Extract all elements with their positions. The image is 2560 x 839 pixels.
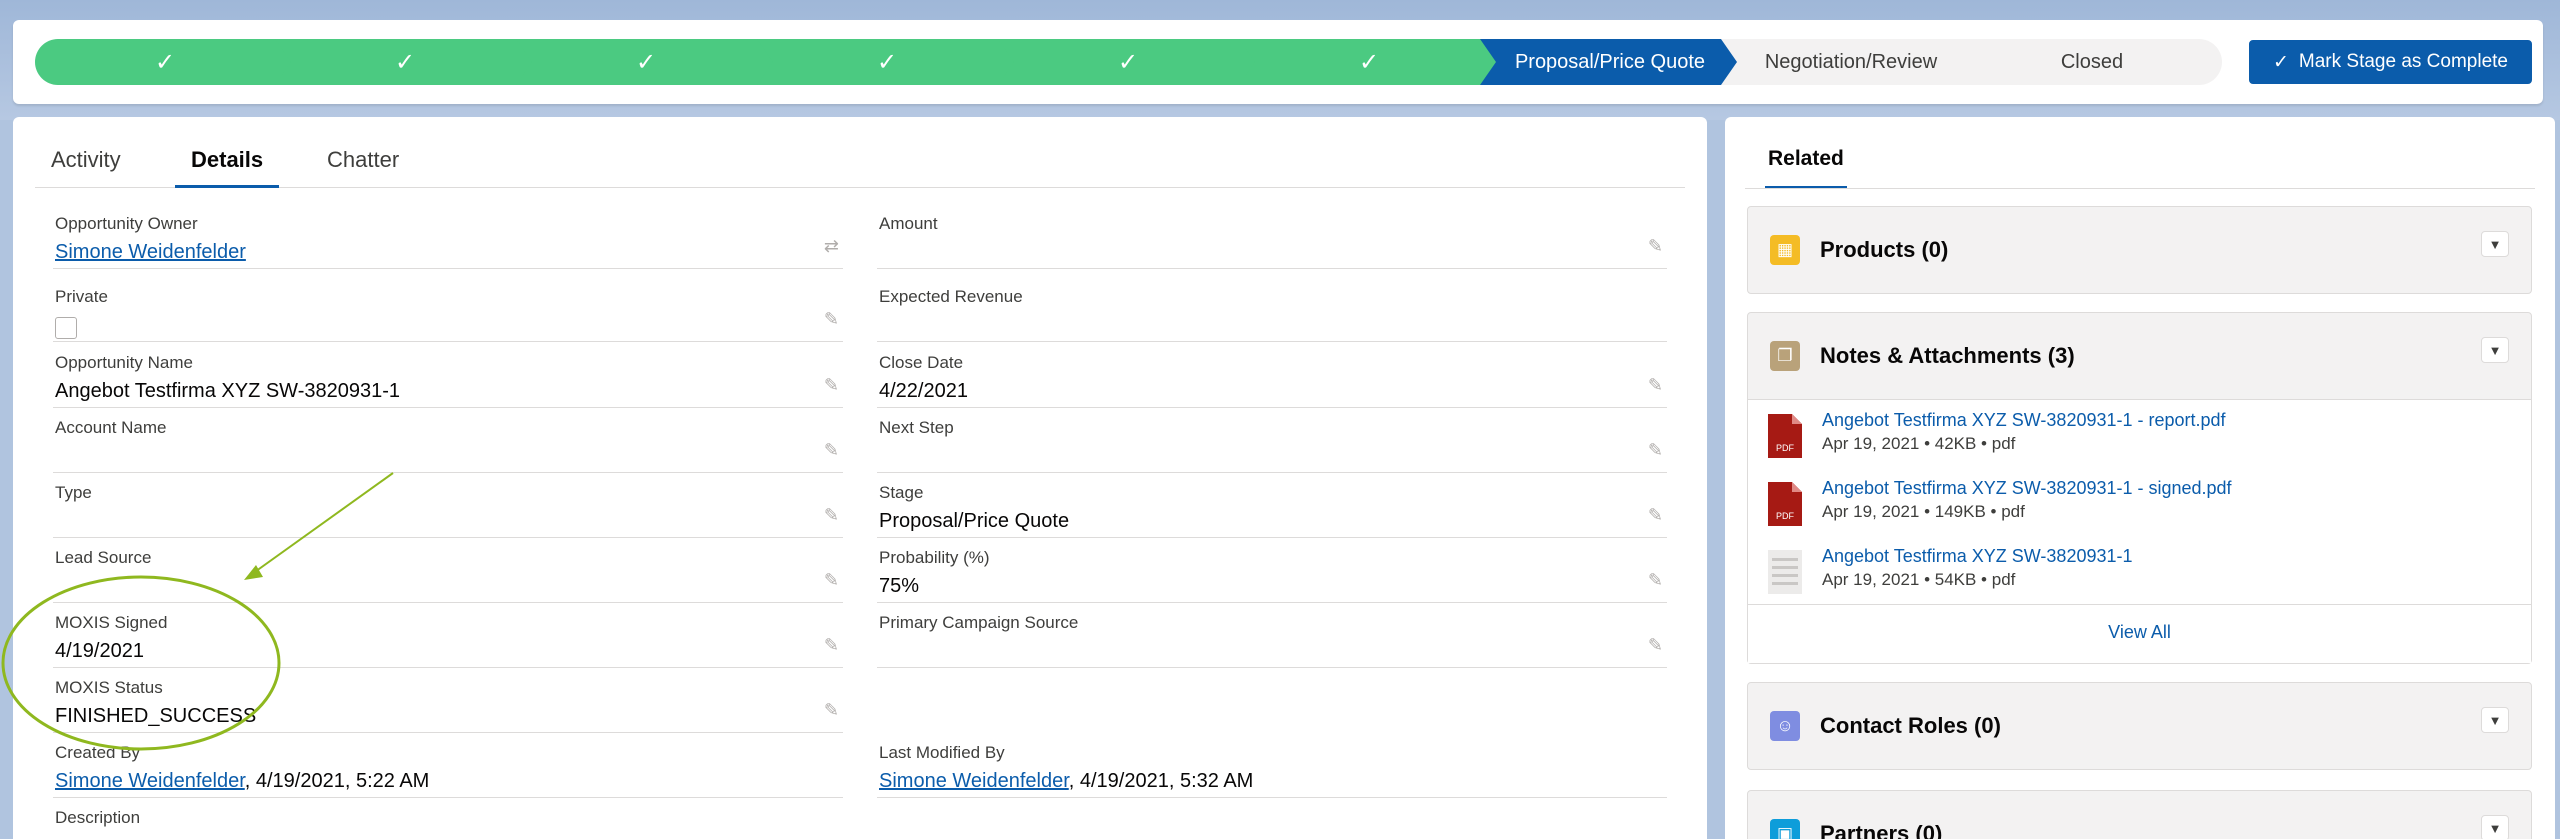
related-list-contact-roles: ☺ Contact Roles (0) ▼ (1747, 682, 2532, 770)
products-icon: ▦ (1770, 235, 1800, 265)
partner-icon: ▣ (1770, 819, 1800, 839)
list-item: Angebot Testfirma XYZ SW-3820931-1 Apr 1… (1768, 546, 2508, 602)
chevron-down-icon[interactable]: ▼ (2481, 815, 2509, 839)
path-steps: ✓ ✓ ✓ ✓ ✓ ✓ Proposal/Price Quote Negotia… (35, 39, 2222, 85)
path-step-4[interactable]: ✓ (757, 39, 1017, 85)
edit-pencil-icon[interactable]: ✎ (1648, 505, 1663, 526)
check-icon: ✓ (2272, 51, 2289, 73)
tab-details[interactable]: Details (175, 147, 280, 188)
path-step-3[interactable]: ✓ (516, 39, 776, 85)
edit-pencil-icon[interactable]: ✎ (824, 570, 839, 591)
related-list-partners: ▣ Partners (0) ▼ (1747, 790, 2532, 839)
related-list-title[interactable]: Notes & Attachments (3) (1820, 343, 2075, 369)
field-account-name: Account Name ✎ (53, 408, 843, 473)
check-icon: ✓ (394, 48, 416, 76)
private-checkbox[interactable] (55, 317, 77, 339)
attachment-link[interactable]: Angebot Testfirma XYZ SW-3820931-1 - rep… (1822, 410, 2226, 431)
modified-by-link[interactable]: Simone Weidenfelder (879, 770, 1069, 792)
field-moxis-status: MOXIS Status FINISHED_SUCCESS ✎ (53, 668, 843, 733)
path-step-current[interactable]: Proposal/Price Quote (1480, 39, 1740, 85)
list-item: PDF Angebot Testfirma XYZ SW-3820931-1 -… (1768, 478, 2508, 534)
edit-pencil-icon[interactable]: ✎ (824, 440, 839, 461)
contact-icon: ☺ (1770, 711, 1800, 741)
check-icon: ✓ (1358, 48, 1380, 76)
edit-pencil-icon[interactable]: ✎ (824, 635, 839, 656)
edit-pencil-icon[interactable]: ✎ (1648, 570, 1663, 591)
field-created-by: Created By Simone Weidenfelder, 4/19/202… (53, 733, 843, 798)
check-icon: ✓ (876, 48, 898, 76)
attachment-icon: ❐ (1770, 341, 1800, 371)
field-primary-campaign-source: Primary Campaign Source ✎ (877, 603, 1667, 668)
field-expected-revenue: Expected Revenue (877, 277, 1667, 342)
field-probability: Probability (%) 75% ✎ (877, 538, 1667, 603)
edit-pencil-icon[interactable]: ✎ (824, 505, 839, 526)
edit-pencil-icon[interactable]: ✎ (1648, 236, 1663, 257)
attachment-link[interactable]: Angebot Testfirma XYZ SW-3820931-1 - sig… (1822, 478, 2232, 499)
divider (1745, 188, 2535, 189)
related-list-title[interactable]: Contact Roles (0) (1820, 713, 2001, 739)
chevron-down-icon[interactable]: ▼ (2481, 707, 2509, 733)
svg-text:PDF: PDF (1776, 511, 1795, 521)
path-step-6[interactable]: ✓ (1239, 39, 1499, 85)
check-icon: ✓ (635, 48, 657, 76)
edit-pencil-icon[interactable]: ✎ (1648, 440, 1663, 461)
tab-chatter[interactable]: Chatter (327, 147, 399, 188)
list-item: PDF Angebot Testfirma XYZ SW-3820931-1 -… (1768, 410, 2508, 466)
pdf-icon: PDF (1768, 414, 1802, 458)
related-list-title[interactable]: Products (0) (1820, 237, 1948, 263)
svg-text:PDF: PDF (1776, 443, 1795, 453)
check-icon: ✓ (154, 48, 176, 76)
pdf-icon: PDF (1768, 482, 1802, 526)
field-amount: Amount ✎ (877, 204, 1667, 269)
edit-pencil-icon[interactable]: ✎ (824, 700, 839, 721)
path-step-negotiation[interactable]: Negotiation/Review (1721, 39, 1981, 85)
path-step-5[interactable]: ✓ (998, 39, 1258, 85)
related-list-title[interactable]: Partners (0) (1820, 821, 1942, 839)
related-list-notes-attachments: ❐ Notes & Attachments (3) ▼ PDF Angebot … (1747, 312, 2532, 664)
field-private: Private ✎ (53, 277, 843, 342)
field-opportunity-name: Opportunity Name Angebot Testfirma XYZ S… (53, 343, 843, 408)
field-description: Description (55, 808, 141, 827)
edit-pencil-icon[interactable]: ✎ (1648, 635, 1663, 656)
field-close-date: Close Date 4/22/2021 ✎ (877, 343, 1667, 408)
edit-pencil-icon[interactable]: ✎ (824, 375, 839, 396)
chevron-down-icon[interactable]: ▼ (2481, 231, 2509, 257)
attachment-link[interactable]: Angebot Testfirma XYZ SW-3820931-1 (1822, 546, 2133, 567)
field-opportunity-owner: Opportunity Owner Simone Weidenfelder ⇄ (53, 204, 843, 269)
field-stage: Stage Proposal/Price Quote ✎ (877, 473, 1667, 538)
created-by-link[interactable]: Simone Weidenfelder (55, 770, 245, 792)
mark-stage-complete-button[interactable]: ✓ Mark Stage as Complete (2249, 40, 2532, 84)
path-step-1[interactable]: ✓ (35, 39, 295, 85)
field-next-step: Next Step ✎ (877, 408, 1667, 473)
document-icon (1768, 550, 1802, 594)
chevron-down-icon[interactable]: ▼ (2481, 337, 2509, 363)
related-list-products: ▦ Products (0) ▼ (1747, 206, 2532, 294)
attachments-list: PDF Angebot Testfirma XYZ SW-3820931-1 -… (1748, 399, 2531, 663)
tab-related[interactable]: Related (1765, 147, 1847, 189)
field-moxis-signed: MOXIS Signed 4/19/2021 ✎ (53, 603, 843, 668)
owner-link[interactable]: Simone Weidenfelder (55, 241, 246, 263)
field-last-modified-by: Last Modified By Simone Weidenfelder, 4/… (877, 733, 1667, 798)
view-all-link[interactable]: View All (1748, 604, 2531, 664)
edit-pencil-icon[interactable]: ✎ (1648, 375, 1663, 396)
tab-activity[interactable]: Activity (51, 147, 121, 188)
record-tabs: Activity Details Chatter (35, 140, 1685, 188)
field-type: Type ✎ (53, 473, 843, 538)
path-step-2[interactable]: ✓ (275, 39, 535, 85)
change-owner-icon[interactable]: ⇄ (824, 236, 839, 257)
edit-pencil-icon[interactable]: ✎ (824, 309, 839, 330)
path-step-closed[interactable]: Closed (1962, 39, 2222, 85)
field-lead-source: Lead Source ✎ (53, 538, 843, 603)
check-icon: ✓ (1117, 48, 1139, 76)
